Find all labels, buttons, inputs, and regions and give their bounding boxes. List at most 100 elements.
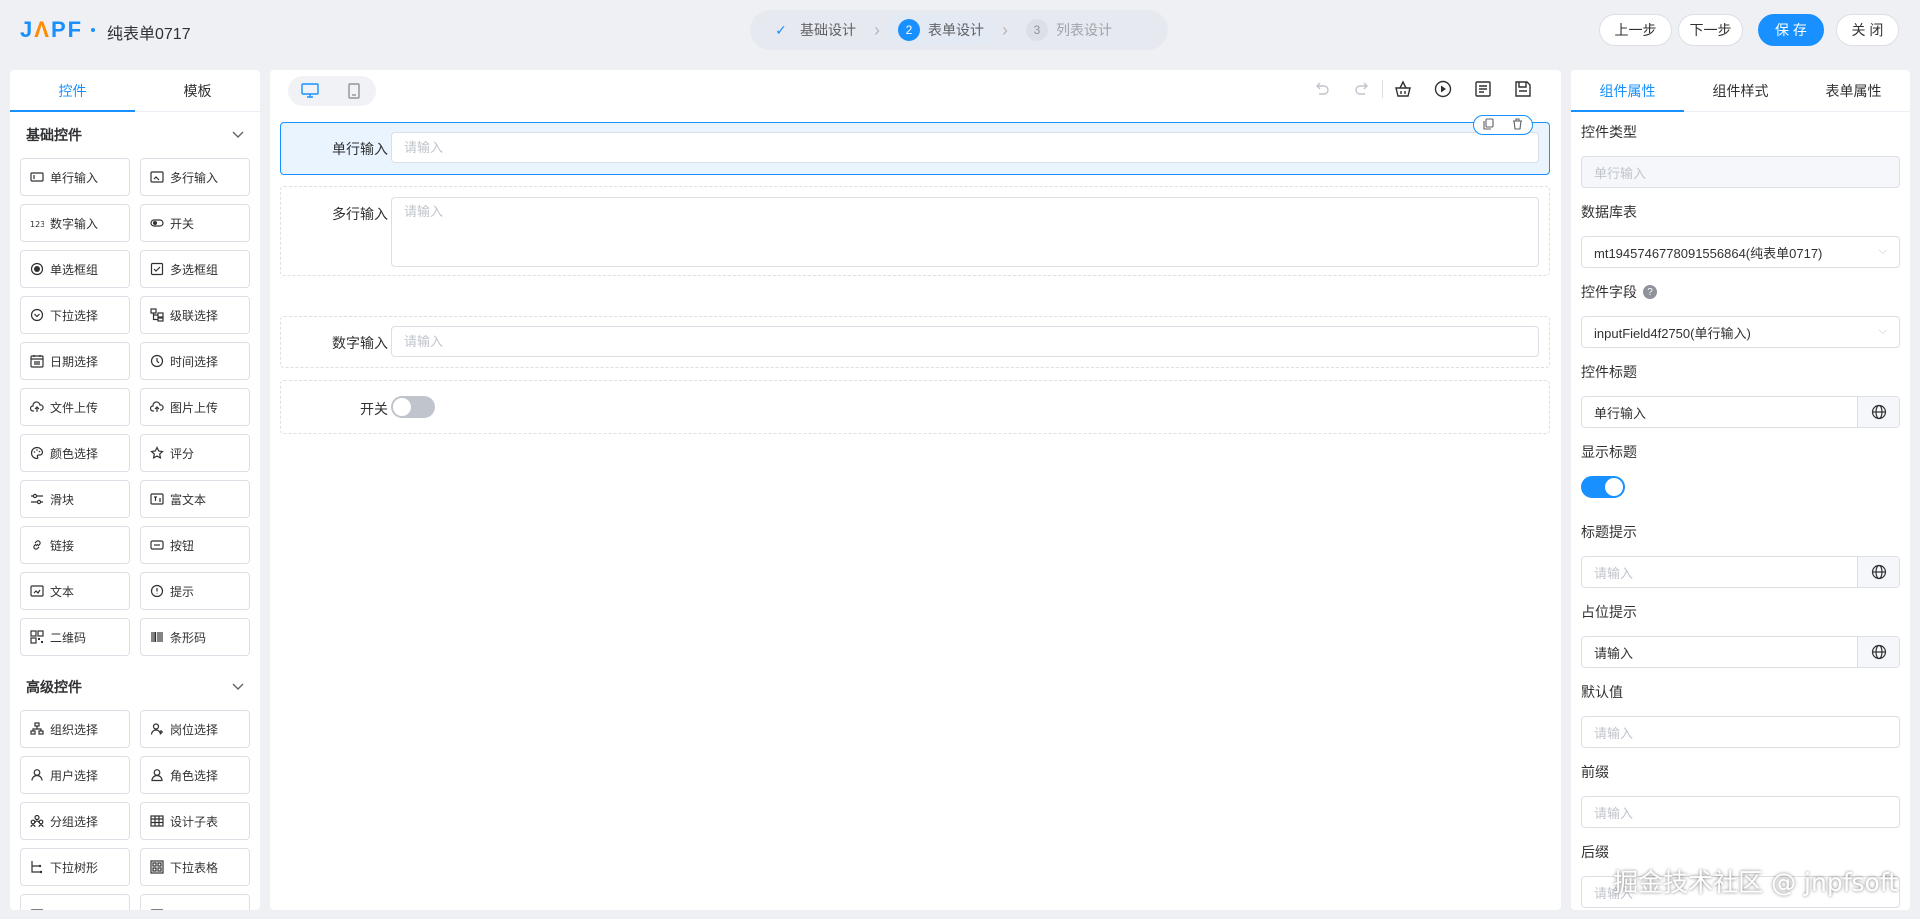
step-label: 基础设计 — [800, 22, 856, 38]
tab-form-props[interactable]: 表单属性 — [1797, 70, 1910, 111]
component-item[interactable]: 下拉树形 — [20, 848, 130, 886]
component-item[interactable]: 日期选择 — [20, 342, 130, 380]
close-button[interactable]: 关 闭 — [1836, 14, 1899, 46]
component-item[interactable]: 时间选择 — [140, 342, 250, 380]
globe-icon[interactable] — [1857, 637, 1899, 667]
tab-templates[interactable]: 模板 — [135, 70, 260, 111]
component-item[interactable]: 开关 — [140, 204, 250, 242]
step-number: 2 — [898, 19, 920, 41]
globe-icon[interactable] — [1857, 397, 1899, 427]
component-item[interactable] — [140, 894, 250, 910]
group-title: 基础控件 — [26, 127, 82, 143]
view-json-icon[interactable] — [1463, 80, 1503, 98]
prop-label: 占位提示 — [1581, 604, 1637, 620]
component-item[interactable]: 提示 — [140, 572, 250, 610]
field-select[interactable]: inputField4f2750(单行输入) ⌵ — [1581, 316, 1900, 348]
basic-component-grid: 单行输入 多行输入 123 数字输入 开关 单选框组 多选框组 下拉选择 级联选择 日期选择 时间选… — [10, 158, 260, 656]
component-item[interactable]: 单选框组 — [20, 250, 130, 288]
next-step-button[interactable]: 下一步 — [1678, 14, 1743, 46]
component-item[interactable]: 多行输入 — [140, 158, 250, 196]
step-bar: ✓ 基础设计 › 2 表单设计 › 3 列表设计 — [750, 10, 1168, 50]
db-table-select[interactable]: mt1945746778091556864(纯表单0717) ⌵ — [1581, 236, 1900, 268]
advanced-group-header[interactable]: 高级控件 — [10, 664, 260, 710]
component-item[interactable]: 按钮 — [140, 526, 250, 564]
desktop-icon[interactable] — [300, 81, 320, 101]
component-item[interactable]: 二维码 — [20, 618, 130, 656]
default-value-input[interactable]: 请输入 — [1581, 716, 1900, 748]
component-item[interactable]: 组织选择 — [20, 710, 130, 748]
component-item[interactable]: 岗位选择 — [140, 710, 250, 748]
prop-control-type: 控件类型 单行输入 — [1581, 122, 1900, 188]
prop-label: 控件标题 — [1581, 364, 1637, 380]
preview-play-icon[interactable] — [1423, 80, 1463, 98]
show-title-switch[interactable] — [1581, 476, 1625, 498]
advanced-component-grid: 组织选择 岗位选择 用户选择 角色选择 分组选择 设计子表 下拉树形 下拉表格 — [10, 710, 260, 910]
component-item[interactable] — [20, 894, 130, 910]
tab-component-props[interactable]: 组件属性 — [1571, 70, 1684, 112]
save-template-icon[interactable] — [1503, 80, 1543, 98]
switch-toggle[interactable] — [391, 396, 435, 418]
form-item-number-input[interactable]: 数字输入 请输入 — [280, 316, 1550, 368]
prop-title-tip: 标题提示 请输入 — [1581, 522, 1900, 588]
globe-icon[interactable] — [1857, 557, 1899, 587]
clear-basket-icon[interactable] — [1383, 80, 1423, 98]
component-item[interactable]: 图片上传 — [140, 388, 250, 426]
copy-icon[interactable] — [1483, 117, 1494, 133]
prev-step-button[interactable]: 上一步 — [1599, 14, 1672, 46]
tab-component-style[interactable]: 组件样式 — [1684, 70, 1797, 111]
single-input-field[interactable]: 请输入 — [391, 132, 1539, 163]
help-icon[interactable]: ? — [1643, 285, 1657, 299]
property-tabs: 组件属性 组件样式 表单属性 — [1571, 70, 1910, 112]
component-label: 富文本 — [170, 492, 207, 507]
title-tip-input[interactable]: 请输入 — [1581, 556, 1900, 588]
basic-group-header[interactable]: 基础控件 — [10, 112, 260, 158]
component-label: 单行输入 — [50, 170, 99, 185]
delete-icon[interactable] — [1512, 117, 1523, 133]
step-basic-design[interactable]: ✓ 基础设计 — [758, 15, 868, 45]
canvas-toolbar — [270, 70, 1561, 110]
title-input[interactable]: 单行输入 — [1581, 396, 1900, 428]
tab-components[interactable]: 控件 — [10, 70, 135, 112]
component-item[interactable]: 下拉选择 — [20, 296, 130, 334]
prefix-input[interactable]: 请输入 — [1581, 796, 1900, 828]
component-item[interactable]: 分组选择 — [20, 802, 130, 840]
prop-label: 前缀 — [1581, 764, 1609, 780]
form-item-switch[interactable]: 开关 — [280, 380, 1550, 434]
component-item[interactable]: 单行输入 — [20, 158, 130, 196]
step-form-design[interactable]: 2 表单设计 — [886, 15, 996, 45]
component-item[interactable]: 用户选择 — [20, 756, 130, 794]
barcode-icon — [150, 630, 164, 644]
component-item[interactable]: 链接 — [20, 526, 130, 564]
component-item[interactable]: 多选框组 — [140, 250, 250, 288]
undo-icon[interactable] — [1302, 80, 1342, 98]
component-item[interactable]: 角色选择 — [140, 756, 250, 794]
item-actions — [1473, 115, 1533, 135]
component-item[interactable]: 级联选择 — [140, 296, 250, 334]
chevron-right-icon: › — [1002, 19, 1008, 40]
number-input-field[interactable]: 请输入 — [391, 326, 1539, 357]
redo-icon[interactable] — [1342, 80, 1382, 98]
component-palette: 控件 模板 基础控件 单行输入 多行输入 123 数字输入 开关 单选框组 多选框组 下拉选择… — [10, 70, 260, 910]
tablet-icon[interactable] — [344, 81, 364, 101]
component-item[interactable]: 文本 — [20, 572, 130, 610]
save-button[interactable]: 保 存 — [1758, 14, 1824, 46]
star-icon — [150, 446, 164, 460]
form-item-textarea[interactable]: 多行输入 请输入 — [280, 186, 1550, 276]
more-icon — [30, 906, 44, 910]
placeholder-input[interactable]: 请输入 — [1581, 636, 1900, 668]
component-item[interactable]: 颜色选择 — [20, 434, 130, 472]
component-item[interactable]: 设计子表 — [140, 802, 250, 840]
component-item[interactable]: 富文本 — [140, 480, 250, 518]
component-item[interactable]: 条形码 — [140, 618, 250, 656]
step-list-design[interactable]: 3 列表设计 — [1014, 15, 1124, 45]
component-item[interactable]: 文件上传 — [20, 388, 130, 426]
textarea-field[interactable]: 请输入 — [391, 197, 1539, 267]
component-label: 二维码 — [50, 630, 87, 645]
step-label: 表单设计 — [928, 22, 984, 38]
component-item[interactable]: 评分 — [140, 434, 250, 472]
component-item[interactable]: 123 数字输入 — [20, 204, 130, 242]
form-item-single-input[interactable]: 单行输入 请输入 — [280, 115, 1550, 175]
component-item[interactable]: 滑块 — [20, 480, 130, 518]
form-canvas: 单行输入 请输入 多行输入 请输入 数字输入 请输入 开关 — [270, 70, 1561, 910]
component-item[interactable]: 下拉表格 — [140, 848, 250, 886]
